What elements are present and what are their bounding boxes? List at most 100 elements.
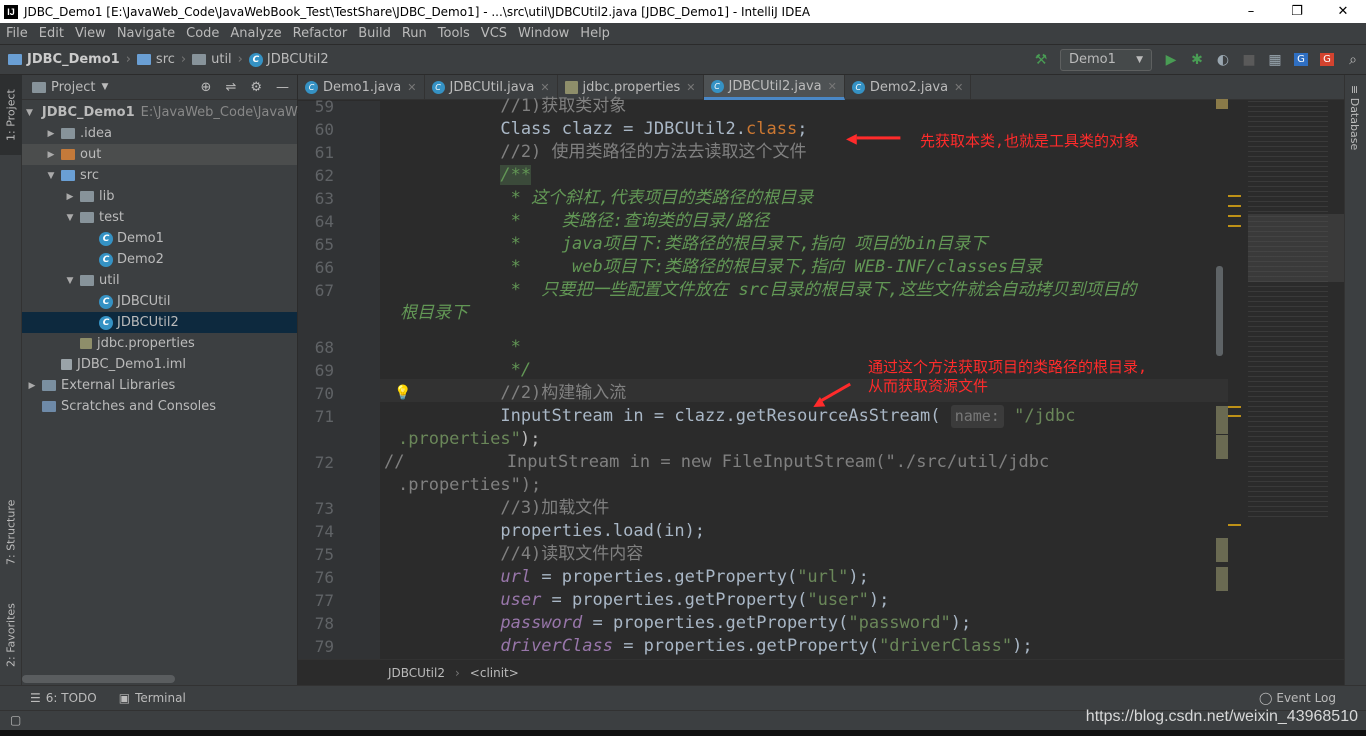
editor-tab[interactable]: C JDBCUtil2.java ✕: [703, 75, 845, 100]
menu-edit[interactable]: Edit: [33, 26, 69, 41]
stop-icon[interactable]: ■: [1236, 49, 1262, 71]
properties-file-icon: [80, 338, 92, 349]
menu-run[interactable]: Run: [396, 26, 432, 41]
translate-icon[interactable]: G: [1288, 49, 1314, 71]
tree-item[interactable]: C JDBCUtil: [22, 291, 297, 312]
menu-build[interactable]: Build: [352, 26, 396, 41]
tree-item[interactable]: JDBC_Demo1.iml: [22, 354, 297, 375]
tree-item[interactable]: ▼ src: [22, 165, 297, 186]
chevron-right-icon[interactable]: ▶: [64, 192, 76, 202]
chevron-right-icon[interactable]: ▶: [26, 381, 38, 391]
list-icon: ☰: [30, 691, 41, 705]
breadcrumb-src[interactable]: src: [133, 52, 179, 67]
tree-item[interactable]: ▼ JDBC_Demo1 E:\JavaWeb_Code\JavaWe: [22, 102, 305, 123]
vertical-scrollbar[interactable]: [1216, 266, 1223, 356]
run-icon[interactable]: ▶: [1158, 49, 1184, 71]
gear-icon[interactable]: ⚙: [250, 80, 262, 95]
tree-item-label: lib: [99, 189, 115, 204]
horizontal-scrollbar[interactable]: [22, 675, 175, 683]
tree-item[interactable]: jdbc.properties: [22, 333, 297, 354]
editor-breadcrumb-method[interactable]: <clinit>: [470, 666, 519, 680]
window-title: JDBC_Demo1 [E:\JavaWeb_Code\JavaWebBook_…: [24, 4, 811, 19]
menu-refactor[interactable]: Refactor: [287, 26, 353, 41]
editor-tab[interactable]: C Demo2.java ✕: [845, 75, 972, 100]
line-number: 65: [314, 235, 334, 254]
class-icon: C: [99, 294, 113, 309]
tree-item-label: out: [80, 147, 102, 162]
line-number: 73: [314, 499, 334, 518]
breadcrumb-file[interactable]: C JDBCUtil2: [245, 52, 333, 67]
locate-icon[interactable]: ⊕: [201, 80, 212, 95]
breadcrumb-util[interactable]: util: [188, 52, 236, 67]
database-icon: ≡: [1348, 85, 1361, 95]
plugin-icon[interactable]: G: [1314, 49, 1340, 71]
run-configuration-select[interactable]: Demo1 ▼: [1060, 48, 1152, 71]
tree-item[interactable]: ▼ test: [22, 207, 297, 228]
minimize-button[interactable]: –: [1228, 0, 1274, 23]
favorites-tool-tab[interactable]: 2: Favorites: [0, 590, 22, 680]
tree-item-label: External Libraries: [61, 378, 176, 393]
tree-item[interactable]: ▶ External Libraries: [22, 375, 297, 396]
annotation-text-1: 先获取本类,也就是工具类的对象: [920, 132, 1140, 150]
close-icon[interactable]: ✕: [954, 81, 963, 94]
tree-item[interactable]: ▶ .idea: [22, 123, 297, 144]
editor-tab-label: jdbc.properties: [582, 80, 681, 95]
menu-code[interactable]: Code: [180, 26, 224, 41]
breadcrumb-project[interactable]: JDBC_Demo1: [0, 52, 124, 67]
tree-item[interactable]: C Demo1: [22, 228, 297, 249]
status-toggle-icon[interactable]: ▢: [10, 713, 21, 727]
project-structure-icon[interactable]: ▦: [1262, 49, 1288, 71]
menu-view[interactable]: View: [69, 26, 111, 41]
menu-vcs[interactable]: VCS: [475, 26, 512, 41]
tree-item[interactable]: ▶ out: [22, 144, 297, 165]
close-icon[interactable]: ✕: [686, 81, 695, 94]
chevron-down-icon[interactable]: ▼: [101, 82, 108, 92]
tree-item-label: .idea: [80, 126, 112, 141]
close-icon[interactable]: ✕: [407, 81, 416, 94]
class-icon: C: [305, 81, 318, 94]
chevron-right-icon[interactable]: ▶: [45, 129, 57, 139]
tree-item[interactable]: C Demo2: [22, 249, 297, 270]
menu-window[interactable]: Window: [512, 26, 574, 41]
class-icon: C: [99, 252, 113, 267]
menu-tools[interactable]: Tools: [432, 26, 475, 41]
search-icon[interactable]: ⌕: [1340, 49, 1366, 71]
warning-marker: [1228, 215, 1241, 217]
menu-navigate[interactable]: Navigate: [111, 26, 180, 41]
menu-analyze[interactable]: Analyze: [224, 26, 286, 41]
build-hammer-icon[interactable]: ⚒: [1028, 49, 1054, 71]
todo-tool-button[interactable]: ☰ 6: TODO: [0, 691, 107, 705]
project-panel-title[interactable]: Project: [51, 80, 95, 95]
collapse-icon[interactable]: ⇌: [225, 80, 236, 95]
menu-help[interactable]: Help: [574, 26, 615, 41]
tree-item[interactable]: ▼ util: [22, 270, 297, 291]
event-log-button[interactable]: ◯ Event Log: [1229, 691, 1366, 705]
line-number: 74: [314, 522, 334, 541]
hide-icon[interactable]: —: [276, 80, 289, 95]
menu-file[interactable]: File: [0, 26, 33, 41]
code-area[interactable]: 59 //1)获取类对象 60 Class clazz = JDBCUtil2.…: [298, 96, 1228, 659]
line-number: 79: [314, 637, 334, 656]
terminal-label: Terminal: [135, 691, 186, 705]
debug-icon[interactable]: ✱: [1184, 49, 1210, 71]
maximize-button[interactable]: ❐: [1274, 0, 1320, 23]
structure-tool-tab[interactable]: 7: Structure: [0, 490, 22, 575]
tree-item[interactable]: Scratches and Consoles: [22, 396, 297, 417]
close-icon[interactable]: ✕: [828, 80, 837, 93]
chevron-right-icon[interactable]: ▶: [45, 150, 57, 160]
project-tool-tab[interactable]: 1: Project: [0, 75, 22, 155]
class-icon: C: [431, 81, 445, 94]
coverage-icon[interactable]: ◐: [1210, 49, 1236, 71]
terminal-tool-button[interactable]: ▣ Terminal: [107, 691, 196, 705]
editor-breadcrumb-class[interactable]: JDBCUtil2: [388, 666, 445, 680]
close-button[interactable]: ✕: [1320, 0, 1366, 23]
chevron-down-icon[interactable]: ▼: [45, 171, 57, 181]
chevron-down-icon[interactable]: ▼: [64, 213, 76, 223]
chevron-down-icon[interactable]: ▼: [64, 276, 76, 286]
close-icon[interactable]: ✕: [540, 81, 549, 94]
tree-item[interactable]: C JDBCUtil2: [22, 312, 297, 333]
tree-item[interactable]: ▶ lib: [22, 186, 297, 207]
chevron-down-icon[interactable]: ▼: [26, 108, 33, 118]
database-tool-tab[interactable]: ≡ Database: [1348, 85, 1361, 150]
chevron-right-icon: ›: [180, 52, 187, 67]
